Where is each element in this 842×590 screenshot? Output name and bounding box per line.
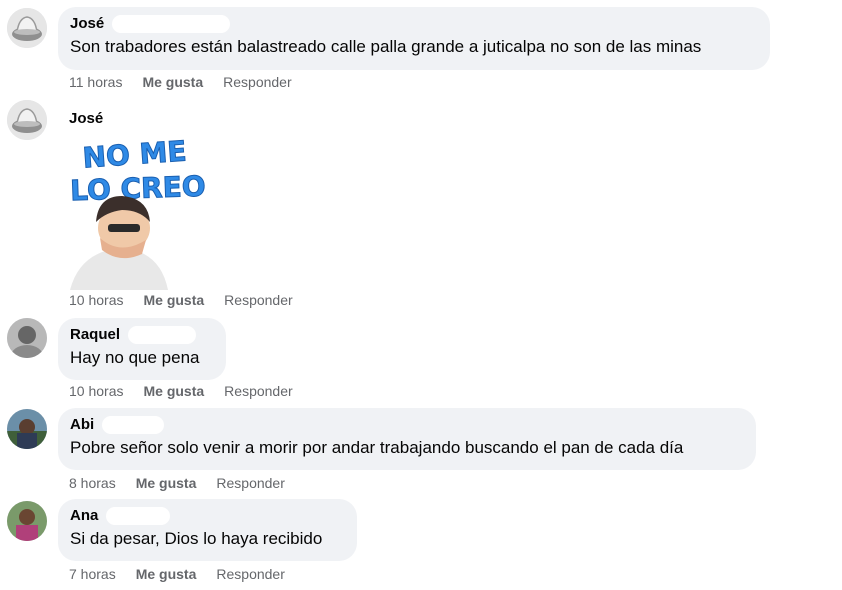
reply-button[interactable]: Responder	[224, 292, 293, 308]
avatar[interactable]	[7, 8, 47, 48]
reply-button[interactable]: Responder	[216, 475, 285, 491]
sticker[interactable]: NO ME LO CREO	[60, 130, 210, 290]
comment-author[interactable]: José	[69, 110, 103, 128]
like-button[interactable]: Me gusta	[143, 383, 204, 399]
comment-text: Hay no que pena	[70, 348, 200, 367]
comment-actions: 10 horas Me gusta Responder	[69, 292, 293, 308]
redaction-mask	[128, 326, 197, 344]
comment-actions: 7 horas Me gusta Responder	[69, 566, 285, 582]
reply-button[interactable]: Responder	[224, 383, 293, 399]
redaction-mask	[106, 507, 171, 525]
avatar[interactable]	[7, 409, 47, 449]
comment-time[interactable]: 10 horas	[69, 383, 123, 399]
comment-bubble: Abi Pobre señor solo venir a morir por a…	[58, 408, 756, 470]
comment-text: Si da pesar, Dios lo haya recibido	[70, 529, 323, 548]
like-button[interactable]: Me gusta	[143, 292, 204, 308]
comment-bubble: Raquel Hay no que pena	[58, 318, 226, 380]
comment-bubble: Ana Si da pesar, Dios lo haya recibido	[58, 499, 357, 561]
avatar[interactable]	[7, 100, 47, 140]
reply-button[interactable]: Responder	[223, 74, 292, 90]
redaction-mask	[102, 416, 165, 434]
comment-time[interactable]: 7 horas	[69, 566, 116, 582]
avatar[interactable]	[7, 318, 47, 358]
avatar[interactable]	[7, 501, 47, 541]
like-button[interactable]: Me gusta	[136, 566, 197, 582]
reply-button[interactable]: Responder	[216, 566, 285, 582]
comment-bubble: José Son trabadores están balastreado ca…	[58, 7, 770, 70]
comment-text: Son trabadores están balastreado calle p…	[70, 37, 702, 56]
comment-author[interactable]: Abi	[70, 416, 744, 434]
comment-author[interactable]: José	[70, 15, 758, 33]
sticker-text-line: NO ME	[82, 134, 188, 174]
comment-author[interactable]: Ana	[70, 507, 345, 525]
comment-time[interactable]: 8 horas	[69, 475, 116, 491]
comment-time[interactable]: 11 horas	[69, 74, 122, 90]
comment-actions: 8 horas Me gusta Responder	[69, 475, 285, 491]
comment-time[interactable]: 10 horas	[69, 292, 123, 308]
like-button[interactable]: Me gusta	[136, 475, 197, 491]
like-button[interactable]: Me gusta	[142, 74, 203, 90]
comment-author[interactable]: Raquel	[70, 326, 214, 344]
comment-actions: 11 horas Me gusta Responder	[69, 74, 292, 90]
comment-text: Pobre señor solo venir a morir por andar…	[70, 438, 684, 457]
redaction-mask	[112, 15, 231, 33]
comment-actions: 10 horas Me gusta Responder	[69, 383, 293, 399]
